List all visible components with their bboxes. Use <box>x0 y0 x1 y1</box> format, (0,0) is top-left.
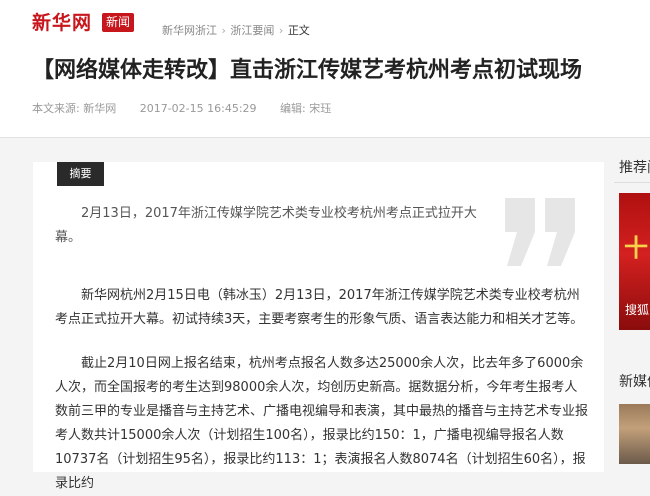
article-paragraph: 截止2月10日网上报名结束，杭州考点报名人数多达25000余人次，比去年多了60… <box>55 356 589 491</box>
sidebar-divider <box>614 182 650 183</box>
breadcrumb-separator: › <box>221 24 226 37</box>
breadcrumb-item-home[interactable]: 新华网浙江 <box>162 24 217 37</box>
sidebar-image-caption: 搜狐 <box>625 303 650 317</box>
abstract-label: 摘要 <box>57 162 104 186</box>
article-source: 本文来源: 新华网 <box>32 102 117 115</box>
article-title: 【网络媒体走转改】直击浙江传媒艺考杭州考点初试现场 <box>32 58 583 83</box>
breadcrumb: 新华网浙江 › 浙江要闻 › 正文 <box>162 24 310 38</box>
article-editor: 编辑: 宋珏 <box>280 102 332 115</box>
logo-text: 新华网 <box>32 12 93 34</box>
site-header: 新华网 新闻 新华网浙江 › 浙江要闻 › 正文 【网络媒体走转改】直击浙江传媒… <box>0 0 650 138</box>
breadcrumb-item-current: 正文 <box>287 24 310 37</box>
sidebar-newmedia-title: 新媒体 <box>619 374 650 390</box>
article-datetime: 2017-02-15 16:45:29 <box>139 102 257 115</box>
sidebar-newmedia-image[interactable] <box>619 404 650 464</box>
quote-icon <box>505 198 575 266</box>
abstract-text: 2月13日，2017年浙江传媒学院艺术类专业校考杭州考点正式拉开大幕。 <box>55 206 477 245</box>
breadcrumb-item-section[interactable]: 浙江要闻 <box>230 24 274 37</box>
article-meta: 本文来源: 新华网 2017-02-15 16:45:29 编辑: 宋珏 <box>32 102 351 116</box>
sidebar-recommend-image[interactable]: 十 搜狐 <box>619 193 650 330</box>
sidebar-image-glyph: 十 <box>624 234 648 262</box>
article-paragraph: 新华网杭州2月15日电（韩冰玉）2月13日，2017年浙江传媒学院艺术类专业校考… <box>55 288 584 327</box>
breadcrumb-separator: › <box>278 24 284 37</box>
sidebar-recommend-title: 推荐阅读 <box>619 160 650 176</box>
logo-news-tag: 新闻 <box>102 13 135 32</box>
article-body: 摘要 2月13日，2017年浙江传媒学院艺术类专业校考杭州考点正式拉开大幕。 新… <box>33 162 604 491</box>
